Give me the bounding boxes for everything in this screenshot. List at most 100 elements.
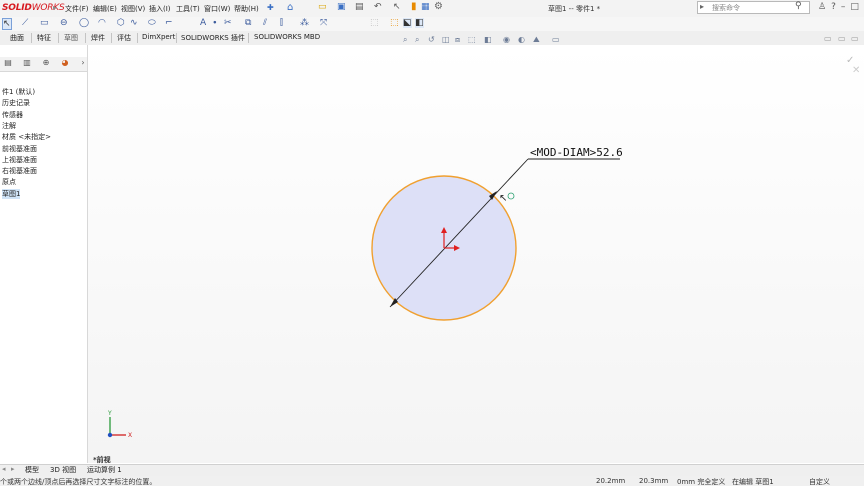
menu-insert[interactable]: 插入(I) <box>149 4 171 14</box>
zoom-area-icon[interactable]: ⌕ <box>415 35 419 45</box>
search-icon[interactable]: ⚲ <box>795 1 802 11</box>
search-input[interactable]: 搜索命令 <box>712 3 740 13</box>
slot-icon[interactable]: ⊖ <box>60 18 68 28</box>
panel-maximize-icon[interactable]: ▭ <box>838 34 846 43</box>
zoom-to-fit-icon[interactable]: ⌕ <box>403 35 407 45</box>
panel-close-icon[interactable]: ▭ <box>851 34 859 43</box>
tab-weldments[interactable]: 焊件 <box>91 33 105 43</box>
tab-features[interactable]: 特征 <box>37 33 51 43</box>
tab-separator <box>31 33 32 43</box>
maximize-icon[interactable]: □ <box>850 2 864 12</box>
arc-icon[interactable]: ◠ <box>98 18 106 28</box>
select-icon[interactable]: ↖ <box>2 18 12 30</box>
edit-appearance-icon[interactable]: ◐ <box>518 35 525 44</box>
tab-separator <box>111 33 112 43</box>
polygon-icon[interactable]: ⬡ <box>117 18 125 28</box>
section-view-icon[interactable]: ◫ <box>442 35 450 44</box>
window-buttons[interactable]: ♙?–□ <box>818 2 864 12</box>
tree-item-sketch1[interactable]: 草图1 <box>2 189 21 199</box>
rectangle-icon[interactable]: ▭ <box>40 18 49 28</box>
circle-icon[interactable]: ◯ <box>79 18 89 28</box>
convert-entities-icon[interactable]: ⧉ <box>245 18 251 28</box>
display-style-icon[interactable]: ◧ <box>484 35 492 44</box>
open-file-icon[interactable]: ▭ <box>318 2 327 12</box>
user-icon[interactable]: ♙ <box>818 2 831 12</box>
tab-sketch[interactable]: 草图 <box>64 33 78 43</box>
dynamic-annotation-icon[interactable]: ⧈ <box>455 35 460 45</box>
tab-surfaces[interactable]: 曲面 <box>10 33 24 43</box>
tab-evaluate[interactable]: 评估 <box>117 33 131 43</box>
tab-scroll-left-icon[interactable]: ◂ <box>2 465 6 473</box>
menu-view[interactable]: 视图(V) <box>121 4 145 14</box>
trim-icon[interactable]: ✂ <box>224 18 232 28</box>
rebuild-icon[interactable]: ▮ <box>411 1 417 12</box>
tab-dimxpert[interactable]: DimXpert <box>142 33 175 41</box>
print-icon[interactable]: ▤ <box>355 2 364 12</box>
feature-tree-icon[interactable]: ▤ <box>1 58 15 69</box>
mirror-icon[interactable]: ⫿ <box>280 18 283 28</box>
save-icon[interactable]: ▣ <box>337 2 346 12</box>
tab-3d-view[interactable]: 3D 视图 <box>50 465 76 475</box>
tree-item-material[interactable]: 材质 <未指定> <box>2 132 51 142</box>
offset-icon[interactable]: ⫽ <box>263 18 267 28</box>
home-icon[interactable]: ⌂ <box>287 2 293 13</box>
view-settings-icon[interactable]: ▭ <box>552 35 560 44</box>
search-expand-icon[interactable]: ▸ <box>700 2 704 11</box>
fillet-icon[interactable]: ⌐ <box>165 18 173 28</box>
help-icon[interactable]: ? <box>831 2 841 12</box>
minimize-icon[interactable]: – <box>841 2 851 12</box>
tab-solidworks-mbd[interactable]: SOLIDWORKS MBD <box>254 33 320 41</box>
tree-item-right-plane[interactable]: 右视基准面 <box>2 166 37 176</box>
tree-item-part[interactable]: 件1 (默认) <box>2 87 35 97</box>
linear-pattern-icon[interactable]: ⁂ <box>300 18 309 28</box>
model-tabs-bar <box>0 464 864 476</box>
tab-model[interactable]: 模型 <box>25 465 39 475</box>
file-properties-icon[interactable]: ▦ <box>421 2 430 12</box>
quick-snaps-icon[interactable]: ⬚ <box>390 18 399 28</box>
tab-scroll-right-icon[interactable]: ▸ <box>11 465 15 473</box>
menu-tools[interactable]: 工具(T) <box>176 4 200 14</box>
menu-expand-icon[interactable]: ▸ <box>53 3 57 12</box>
text-icon[interactable]: A <box>200 18 206 28</box>
ellipse-icon[interactable]: ⬭ <box>148 18 156 28</box>
instant2d-icon[interactable]: ⬕ <box>403 18 412 28</box>
line-icon[interactable]: ⟋ <box>22 18 28 28</box>
select-arrow-icon[interactable]: ↖ <box>393 2 401 12</box>
diameter-dimension-text[interactable]: <MOD-DIAM>52.6 <box>530 146 623 159</box>
apply-scene-icon[interactable]: ⛰ <box>533 35 540 45</box>
menu-edit[interactable]: 编辑(E) <box>93 4 117 14</box>
triad-z-axis <box>107 432 113 438</box>
tree-item-front-plane[interactable]: 前视基准面 <box>2 144 37 154</box>
tree-item-history[interactable]: 历史记录 <box>2 98 30 108</box>
display-manager-icon[interactable]: ◕ <box>58 58 72 69</box>
shaded-sketch-icon[interactable]: ◧ <box>415 18 424 28</box>
tab-solidworks-addins[interactable]: SOLIDWORKS 插件 <box>181 33 245 43</box>
undo-icon[interactable]: ↶ <box>374 2 382 12</box>
repair-sketch-icon[interactable]: ⬚ <box>370 18 379 28</box>
hide-show-items-icon[interactable]: ◉ <box>503 35 510 44</box>
options-gear-icon[interactable]: ⚙ <box>434 1 443 12</box>
menu-help[interactable]: 帮助(H) <box>234 4 259 14</box>
document-title: 草图1 -- 零件1 * <box>548 5 601 13</box>
point-icon[interactable]: ∙ <box>212 18 218 28</box>
cancel-x-icon[interactable]: ✕ <box>852 65 860 76</box>
property-manager-icon[interactable]: ▥ <box>20 58 34 69</box>
sketch-canvas[interactable]: <MOD-DIAM>52.6 ↖ Y X ✓ ✕ <box>88 45 864 463</box>
pin-icon[interactable]: ✚ <box>267 3 274 12</box>
menu-file[interactable]: 文件(F) <box>65 4 89 14</box>
panel-restore-icon[interactable]: ▭ <box>824 34 832 43</box>
graphics-area[interactable]: <MOD-DIAM>52.6 ↖ Y X ✓ ✕ <box>88 45 864 463</box>
menu-window[interactable]: 窗口(W) <box>204 4 230 14</box>
mouse-cursor-icon: ↖ <box>499 193 507 204</box>
configuration-manager-icon[interactable]: ⊕ <box>39 58 53 69</box>
tree-item-sensors[interactable]: 传感器 <box>2 110 23 120</box>
tab-motion-study[interactable]: 运动算例 1 <box>87 465 122 475</box>
view-orientation-icon[interactable]: ⬚ <box>468 35 476 44</box>
previous-view-icon[interactable]: ↺ <box>428 35 435 44</box>
move-entities-icon[interactable]: ⤧ <box>320 18 327 28</box>
spline-icon[interactable]: ∿ <box>130 18 138 28</box>
tree-item-annotations[interactable]: 注解 <box>2 121 16 131</box>
tree-item-top-plane[interactable]: 上视基准面 <box>2 155 37 165</box>
triad-x-label: X <box>128 432 132 439</box>
tree-item-origin[interactable]: 原点 <box>2 177 16 187</box>
